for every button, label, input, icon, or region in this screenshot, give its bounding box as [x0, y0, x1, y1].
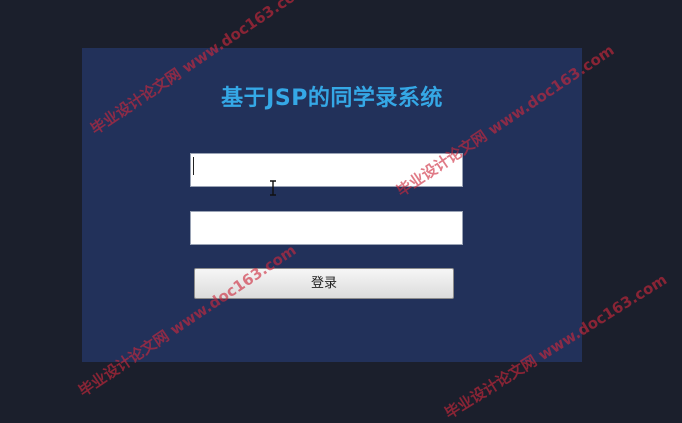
text-caret [193, 157, 194, 175]
login-button[interactable]: 登录 [194, 268, 454, 299]
text-cursor-icon [268, 180, 278, 196]
login-panel: 基于JSP的同学录系统 登录 [82, 48, 582, 362]
page-title: 基于JSP的同学录系统 [221, 86, 443, 111]
password-input[interactable] [190, 211, 463, 245]
username-input[interactable] [190, 153, 463, 187]
